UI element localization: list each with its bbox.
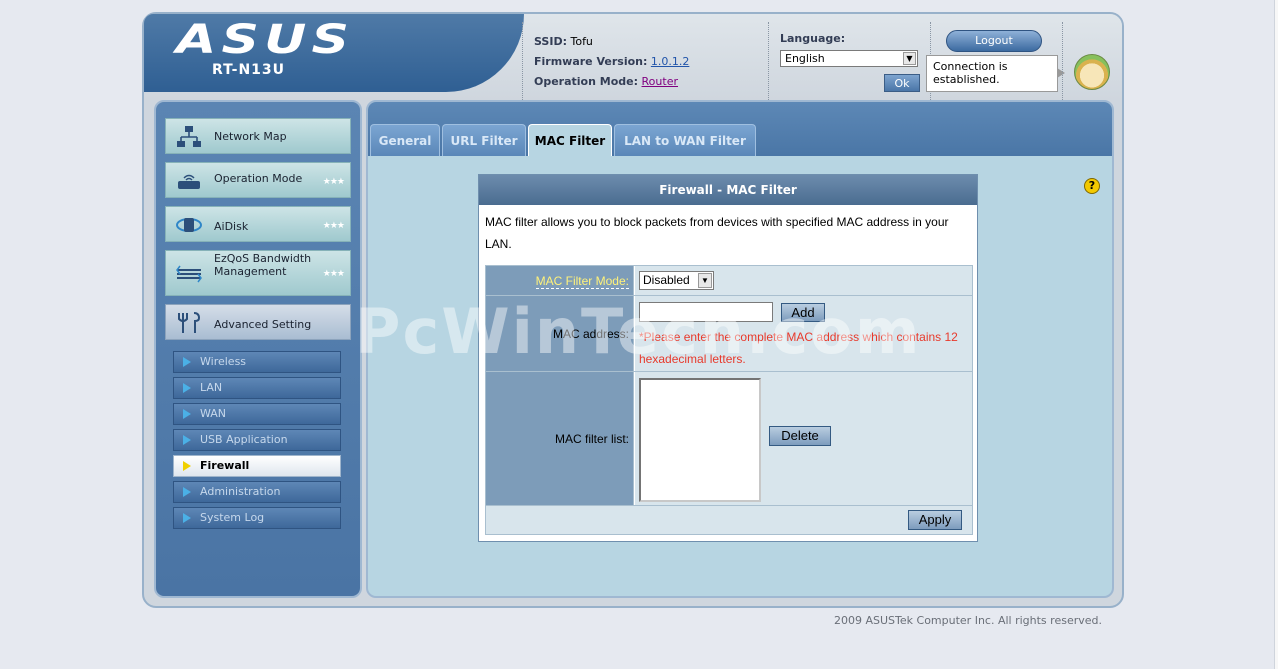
mascot-icon (1074, 54, 1110, 90)
stars-icon: ★★★ (322, 177, 345, 187)
model-name: RT-N13U (212, 62, 286, 78)
apply-button[interactable]: Apply (908, 510, 962, 530)
copyright-footer: 2009 ASUSTek Computer Inc. All rights re… (834, 614, 1102, 627)
mac-filter-form: MAC Filter Mode: Disabled ▼ MAC address:… (485, 265, 973, 535)
mode-row: MAC Filter Mode: Disabled ▼ (486, 266, 972, 296)
tab-general[interactable]: General (370, 124, 440, 156)
sidebar-item-usb-application[interactable]: USB Application (173, 429, 341, 451)
mode-selected: Disabled (643, 273, 690, 287)
ssid-label: SSID: (534, 35, 567, 48)
menu-label: Advanced Setting (214, 318, 312, 331)
header: ASUS RT-N13U SSID: Tofu Firmware Version… (144, 14, 1122, 100)
chevron-down-icon: ▼ (698, 273, 712, 288)
opmode-label: Operation Mode: (534, 75, 639, 88)
sub-label: Firewall (200, 459, 250, 472)
mac-filter-mode-label[interactable]: MAC Filter Mode: (535, 274, 629, 289)
sidebar-item-wan[interactable]: WAN (173, 403, 341, 425)
divider (522, 22, 523, 100)
triangle-right-icon (183, 357, 191, 367)
menu-item-aidisk[interactable]: AiDisk ★★★ (165, 206, 351, 242)
help-icon[interactable]: ? (1084, 178, 1100, 194)
stars-icon: ★★★ (322, 221, 345, 231)
language-ok-button[interactable]: Ok (884, 74, 920, 92)
language-select[interactable]: English ▼ (780, 50, 918, 67)
logout-button[interactable]: Logout (946, 30, 1042, 52)
tab-url-filter[interactable]: URL Filter (442, 124, 526, 156)
sidebar-item-firewall[interactable]: Firewall (173, 455, 341, 477)
tab-mac-filter[interactable]: MAC Filter (528, 124, 612, 156)
delete-button[interactable]: Delete (769, 426, 831, 446)
menu-item-network-map[interactable]: Network Map (165, 118, 351, 154)
triangle-right-icon (183, 409, 191, 419)
sidebar-item-lan[interactable]: LAN (173, 377, 341, 399)
router-icon (178, 174, 200, 189)
apply-row: Apply (486, 506, 972, 534)
panel-title: Firewall - MAC Filter (479, 175, 977, 205)
disk-icon (176, 218, 202, 232)
divider (1062, 22, 1063, 100)
connection-status-bubble: Connection is established. (926, 55, 1065, 92)
window-scrollbar[interactable] (1274, 0, 1278, 669)
sub-label: Wireless (200, 355, 247, 368)
mac-filter-list-label: MAC filter list: (486, 372, 634, 505)
tools-icon (178, 312, 201, 333)
add-button[interactable]: Add (781, 303, 825, 322)
firmware-link[interactable]: 1.0.1.2 (651, 55, 689, 68)
panel-description: MAC filter allows you to block packets f… (485, 215, 949, 251)
opmode-link[interactable]: Router (642, 75, 678, 88)
brand-area: ASUS RT-N13U (144, 14, 524, 92)
status-info: SSID: Tofu Firmware Version: 1.0.1.2 Ope… (534, 32, 689, 92)
menu-label: Network Map (214, 130, 287, 143)
stars-icon: ★★★ (322, 269, 345, 279)
divider (768, 22, 769, 100)
menu-item-advanced-setting[interactable]: Advanced Setting (165, 304, 351, 340)
language-selected: English (785, 52, 825, 65)
sidebar: Network Map Operation Mode ★★★ AiDisk ★★… (154, 100, 362, 598)
mac-address-input[interactable] (639, 302, 773, 322)
mac-list-row: MAC filter list: Delete (486, 372, 972, 506)
mac-address-row: MAC address: Add *Please enter the compl… (486, 296, 972, 372)
mac-filter-panel: Firewall - MAC Filter MAC filter allows … (478, 174, 978, 542)
mac-filter-mode-select[interactable]: Disabled ▼ (639, 271, 714, 290)
triangle-right-icon (183, 383, 191, 393)
sub-label: System Log (200, 511, 265, 524)
sub-label: Administration (200, 485, 281, 498)
menu-item-operation-mode[interactable]: Operation Mode ★★★ (165, 162, 351, 198)
mac-warning-text: *Please enter the complete MAC address w… (639, 330, 958, 366)
sidebar-item-administration[interactable]: Administration (173, 481, 341, 503)
router-ui-frame: ASUS RT-N13U SSID: Tofu Firmware Version… (142, 12, 1124, 608)
bandwidth-icon (176, 265, 202, 283)
triangle-right-icon (183, 487, 191, 497)
sidebar-item-system-log[interactable]: System Log (173, 507, 341, 529)
mac-address-label: MAC address: (486, 296, 634, 371)
main-content: General URL Filter MAC Filter LAN to WAN… (366, 100, 1114, 598)
tab-lan-to-wan-filter[interactable]: LAN to WAN Filter (614, 124, 756, 156)
menu-label: AiDisk (214, 220, 249, 233)
sidebar-item-wireless[interactable]: Wireless (173, 351, 341, 373)
firmware-label: Firmware Version: (534, 55, 648, 68)
triangle-right-icon (183, 461, 191, 471)
triangle-right-icon (183, 435, 191, 445)
asus-logo: ASUS (176, 17, 355, 63)
mac-filter-list[interactable] (639, 378, 761, 502)
chevron-down-icon: ▼ (903, 52, 916, 65)
menu-label: EzQoS Bandwidth Management (214, 252, 312, 278)
menu-label: Operation Mode (214, 172, 303, 185)
menu-item-ezqos[interactable]: EzQoS Bandwidth Management ★★★ (165, 250, 351, 296)
sub-label: WAN (200, 407, 227, 420)
sub-label: LAN (200, 381, 223, 394)
ssid-value: Tofu (570, 35, 593, 48)
network-map-icon (177, 126, 201, 147)
triangle-right-icon (183, 513, 191, 523)
sub-label: USB Application (200, 433, 288, 446)
language-label: Language: (780, 32, 846, 45)
tab-bar: General URL Filter MAC Filter LAN to WAN… (368, 102, 1112, 156)
